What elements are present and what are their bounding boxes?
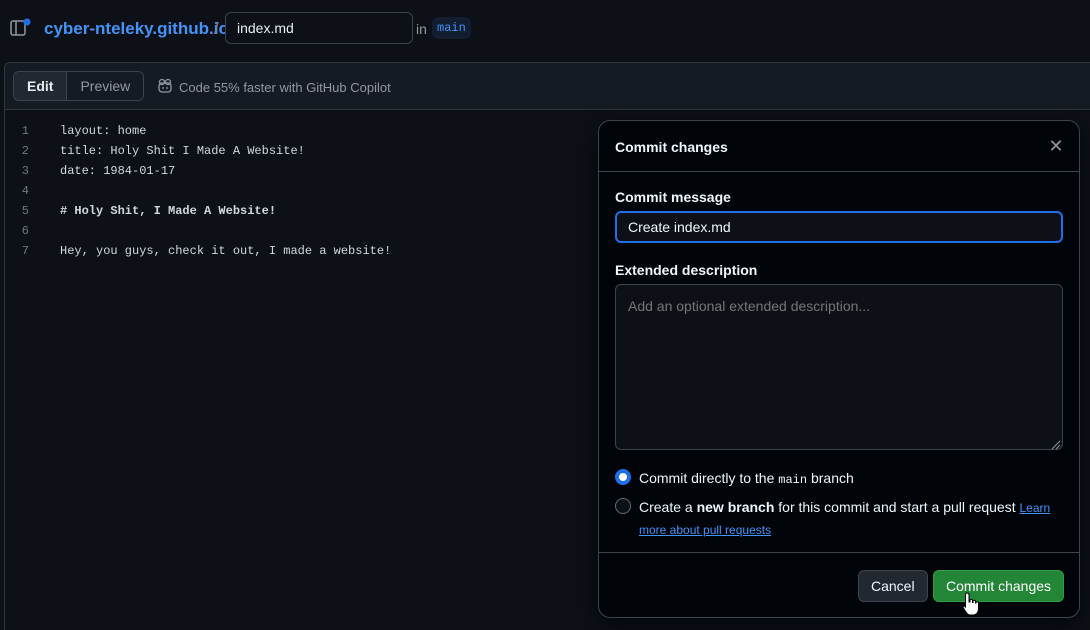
commit-direct-option[interactable]: Commit directly to the main branch [615, 468, 854, 491]
resize-handle-icon[interactable] [1051, 437, 1061, 450]
code-line: 2 title: Holy Shit I Made A Website! [5, 141, 605, 161]
commit-changes-button[interactable]: Commit changes [933, 570, 1065, 602]
code-line: 4 [5, 181, 605, 201]
line-text: date: 1984-01-17 [60, 164, 176, 178]
editor-toolbar: Edit Preview Code 55% faster with GitHub… [5, 63, 1090, 110]
pointer-cursor-icon [962, 592, 980, 616]
line-number: 5 [21, 204, 29, 218]
line-text: title: Holy Shit I Made A Website! [60, 144, 305, 158]
code-line: 7 Hey, you guys, check it out, I made a w… [5, 241, 605, 261]
line-number: 6 [21, 224, 29, 238]
commit-dialog: Commit changes ✕ Commit message Extended… [598, 120, 1080, 618]
file-path-bar: cyber-nteleky.github.io / in main [0, 0, 1090, 58]
new-branch-radio[interactable] [615, 498, 631, 514]
code-line: 6 [5, 221, 605, 241]
copilot-note-text: Code 55% faster with GitHub Copilot [179, 80, 391, 95]
path-separator: / [214, 19, 219, 38]
extended-description-label: Extended description [615, 262, 758, 278]
dialog-header: Commit changes ✕ [599, 121, 1079, 172]
commit-message-label: Commit message [615, 189, 731, 205]
copilot-icon [157, 78, 173, 97]
line-number: 7 [21, 244, 29, 258]
copilot-promo[interactable]: Code 55% faster with GitHub Copilot [157, 78, 391, 97]
line-number: 2 [21, 144, 29, 158]
line-text: # Holy Shit, I Made A Website! [60, 204, 277, 218]
file-tree-icon[interactable] [10, 18, 32, 38]
code-line: 3 date: 1984-01-17 [5, 161, 605, 181]
edit-preview-tabs: Edit Preview [13, 71, 145, 101]
code-line: 5 # Holy Shit, I Made A Website! [5, 201, 605, 221]
extended-description-input[interactable] [615, 284, 1063, 450]
commit-message-input[interactable] [615, 211, 1063, 243]
branch-badge: main [432, 17, 471, 39]
line-text: layout: home [60, 124, 147, 138]
commit-direct-radio[interactable] [615, 469, 631, 485]
in-label: in [416, 21, 427, 37]
line-number: 4 [21, 184, 29, 198]
line-text: Hey, you guys, check it out, I made a we… [60, 244, 392, 258]
code-editor[interactable]: 1 layout: home 2 title: Holy Shit I Made A… [5, 121, 605, 261]
repo-link[interactable]: cyber-nteleky.github.io [44, 19, 229, 39]
filename-input[interactable] [225, 12, 413, 44]
new-branch-label: Create a new branch for this commit and … [639, 499, 1051, 537]
tab-preview[interactable]: Preview [67, 72, 144, 100]
dialog-footer: Cancel Commit changes [599, 552, 1079, 618]
commit-direct-label: Commit directly to the main branch [639, 470, 854, 487]
dialog-title: Commit changes [615, 139, 728, 155]
cancel-button[interactable]: Cancel [858, 570, 928, 602]
code-line: 1 layout: home [5, 121, 605, 141]
line-number: 3 [21, 164, 29, 178]
new-branch-option[interactable]: Create a new branch for this commit and … [615, 497, 1055, 541]
tab-edit[interactable]: Edit [14, 72, 68, 100]
close-icon[interactable]: ✕ [1045, 135, 1067, 157]
line-number: 1 [21, 124, 29, 138]
